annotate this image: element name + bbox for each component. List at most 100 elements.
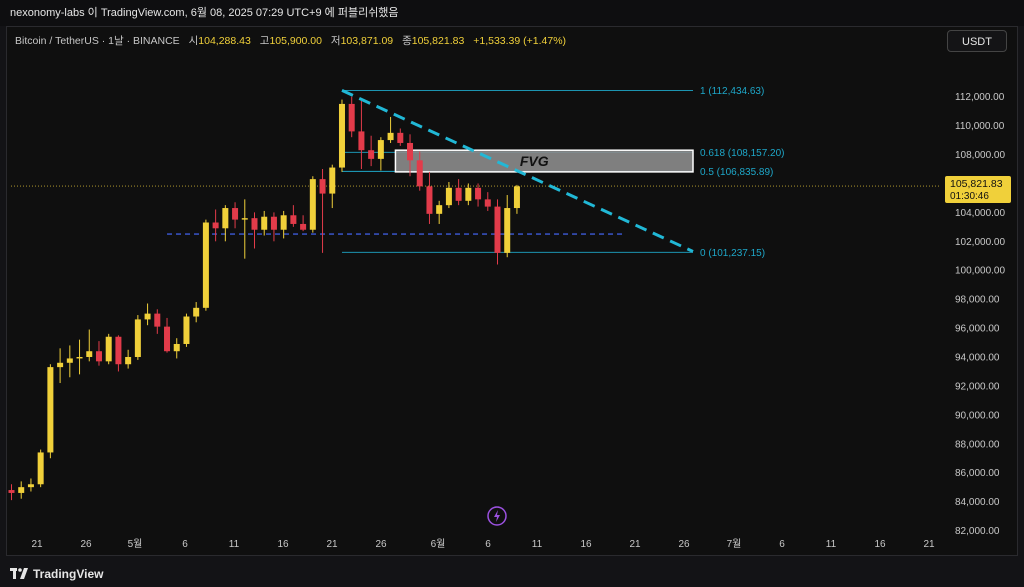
x-tick-label: 16 [874,539,886,550]
symbol-info: Bitcoin / TetherUS · 1날 · BINANCE 시104,2… [15,33,566,48]
y-tick-label: 92,000.00 [955,381,1000,392]
y-tick-label: 82,000.00 [955,526,1000,537]
x-tick-label: 16 [277,539,289,550]
candle-body [436,205,443,214]
close-label: 종 [402,35,412,47]
y-tick-label: 88,000.00 [955,439,1000,450]
candle-body [173,343,180,352]
y-tick-label: 104,000.00 [955,208,1005,219]
footer-bar: TradingView [0,560,1024,587]
x-tick-label: 26 [80,539,92,550]
candle-body [66,358,73,363]
candle-body [222,208,229,229]
candle-body [57,362,64,368]
x-tick-label: 7월 [727,538,742,550]
y-tick-label: 94,000.00 [955,353,1000,364]
candle-body [270,216,277,230]
candle-body [290,215,297,224]
candle-body [125,357,132,365]
x-tick-label: 21 [31,539,43,550]
tradingview-logo[interactable]: TradingView [10,566,103,582]
candle-body [115,336,122,365]
x-tick-label: 16 [580,539,592,550]
lightning-bolt [494,510,500,522]
y-tick-label: 112,000.00 [955,92,1005,103]
candle-body [319,179,326,194]
candle-body [358,131,365,151]
candle-body [261,216,268,230]
change-value: +1,533.39 (+1.47%) [473,35,567,47]
high-value: 105,900.00 [269,35,322,47]
candle-body [8,490,15,493]
publish-bar: nexonomy-labs 이 TradingView.com, 6월 08, … [0,0,1024,26]
chart-frame[interactable]: 82,000.00 84,000.00 86,000.00 88,000.00 90,0… [6,26,1018,556]
y-tick-label: 108,000.00 [955,150,1005,161]
symbol-name: Bitcoin / TetherUS · 1날 · BINANCE [15,35,180,47]
candle-body [475,187,482,200]
fib-level-label: 1 (112,434.63) [700,86,764,97]
candle-body [426,186,433,214]
x-tick-label: 11 [826,539,837,550]
fib-level-label: 0.5 (106,835.89) [700,167,773,178]
fib-level-label: 0 (101,237.15) [700,248,765,259]
price-chart[interactable]: 82,000.00 84,000.00 86,000.00 88,000.00 90,0… [7,27,1019,557]
y-tick-label: 86,000.00 [955,468,1000,479]
fib-level-label: 0.618 (108,157.20) [700,148,785,159]
x-tick-label: 5월 [128,538,143,550]
price-countdown: 01:30:46 [950,191,989,202]
open-label: 시 [188,35,199,47]
y-tick-label: 100,000.00 [955,266,1005,277]
candle-body [105,336,112,362]
candle-body [309,179,316,230]
candle-body [484,199,491,207]
x-tick-label: 6 [779,539,785,550]
candle-body [280,215,287,230]
x-tick-label: 11 [532,539,543,550]
y-tick-label: 96,000.00 [955,324,1000,335]
candle-body [95,351,102,362]
x-tick-label: 21 [326,539,338,550]
low-value: 103,871.09 [340,35,394,47]
brand-label: TradingView [33,567,104,581]
candle-body [348,103,355,132]
publish-text: nexonomy-labs 이 TradingView.com, 6월 08, … [10,7,399,19]
candle-body [300,223,307,230]
tradingview-logo-icon [10,568,28,579]
x-tick-label: 6 [182,539,188,550]
candle-body [18,487,25,493]
candle-body [164,326,171,352]
y-tick-label: 102,000.00 [955,237,1005,248]
candle-body [387,132,394,141]
candle-body [241,218,248,220]
low-label: 저 [330,35,341,47]
open-value: 104,288.43 [198,35,251,47]
candle-body [27,484,34,488]
candle-body [47,367,54,453]
candle-body [397,132,404,143]
candle-body [407,142,414,161]
candle-body [338,103,345,168]
x-tick-label: 21 [923,539,935,550]
candle-body [202,222,209,308]
candle-body [513,186,520,209]
candle-body [154,313,161,327]
candle-body [416,160,423,187]
candle-body [144,313,151,320]
candle-body [232,208,239,220]
candle-body [183,316,190,344]
candle-body [193,307,200,317]
candle-body [455,187,462,201]
y-tick-label: 84,000.00 [955,497,1000,508]
y-tick-label: 98,000.00 [955,295,1000,306]
candle-body [329,167,336,194]
last-price-value: 105,821.83 [950,178,1003,190]
currency-button[interactable]: USDT [947,30,1007,52]
candle-body [494,206,501,253]
close-value: 105,821.83 [411,35,465,47]
y-tick-label: 90,000.00 [955,410,1000,421]
x-tick-label: 6월 [431,538,446,550]
candle-body [445,187,452,206]
x-tick-label: 21 [629,539,641,550]
candle-body [212,222,219,229]
candle-body [504,208,511,253]
